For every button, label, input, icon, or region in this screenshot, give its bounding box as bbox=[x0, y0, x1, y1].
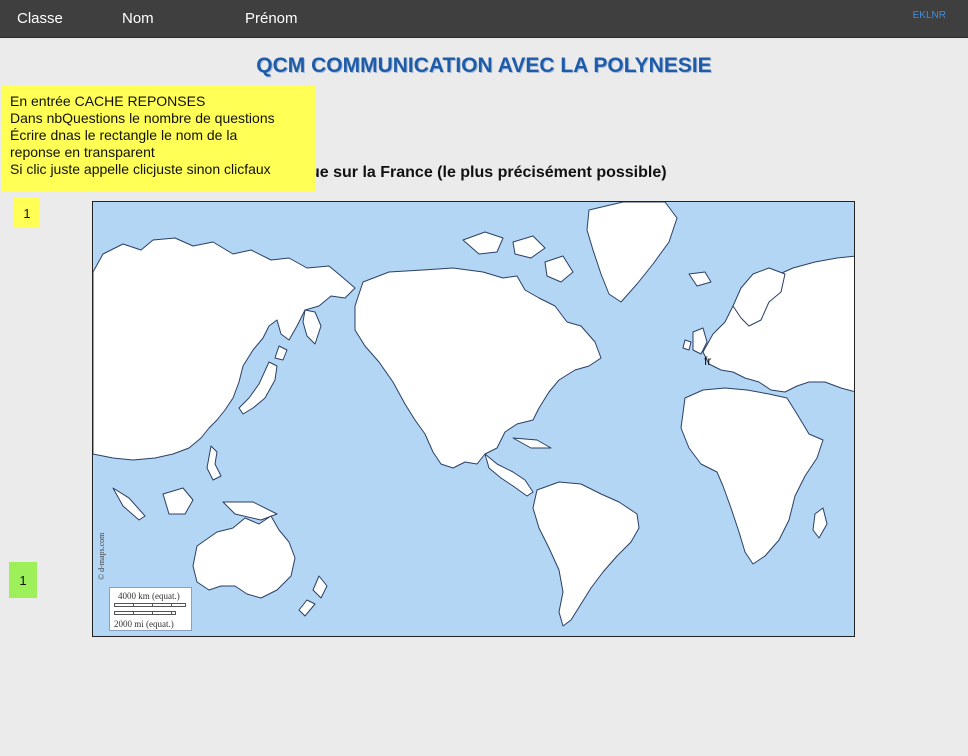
page-code: EKLNR bbox=[912, 10, 946, 21]
africa-landmass bbox=[680, 387, 824, 565]
scale-mi-label: 2000 mi (equat.) bbox=[114, 619, 174, 629]
asia-east-landmass bbox=[93, 237, 356, 461]
sumatra-island bbox=[112, 487, 146, 521]
british-isles bbox=[682, 327, 708, 355]
madagascar-island bbox=[812, 507, 828, 539]
question-text: ue sur la France (le plus précisément po… bbox=[310, 164, 667, 181]
note-line: reponse en transparent bbox=[10, 144, 155, 160]
south-america-landmass bbox=[532, 481, 640, 627]
map-scale: 4000 km (equat.) 2000 mi (equat.) bbox=[109, 587, 192, 631]
france-answer-label[interactable]: fr bbox=[704, 354, 711, 368]
world-map-graphic bbox=[93, 202, 854, 627]
class-field[interactable]: Classe bbox=[17, 10, 63, 27]
instructions-note: En entrée CACHE REPONSES Dans nbQuestion… bbox=[2, 85, 316, 192]
greenland-landmass bbox=[586, 202, 678, 303]
hokkaido-island bbox=[274, 345, 288, 361]
map-credit: © d-maps.com bbox=[97, 532, 106, 580]
scale-km-bar bbox=[114, 603, 186, 607]
scale-mi-bar bbox=[114, 611, 176, 615]
iceland-island bbox=[688, 271, 712, 287]
question-counter: 1 bbox=[14, 198, 40, 228]
score-counter: 1 bbox=[9, 562, 37, 598]
cuba-island bbox=[512, 437, 552, 449]
north-america-landmass bbox=[354, 267, 602, 469]
kamchatka-peninsula bbox=[302, 309, 322, 345]
australia-landmass bbox=[192, 515, 296, 599]
scale-km-label: 4000 km (equat.) bbox=[118, 591, 180, 601]
japan-islands bbox=[238, 361, 278, 415]
last-name-field[interactable]: Nom bbox=[122, 10, 154, 27]
first-name-field[interactable]: Prénom bbox=[245, 10, 298, 27]
note-line: Dans nbQuestions le nombre de questions bbox=[10, 110, 275, 126]
note-line: Si clic juste appelle clicjuste sinon cl… bbox=[10, 161, 271, 177]
borneo-island bbox=[162, 487, 194, 515]
new-zealand-islands bbox=[298, 575, 328, 617]
central-america bbox=[484, 453, 534, 497]
page-title: QCM COMMUNICATION AVEC LA POLYNESIE bbox=[256, 54, 712, 77]
top-bar: Classe Nom Prénom EKLNR bbox=[0, 0, 968, 38]
note-line: Écrire dnas le rectangle le nom de la bbox=[10, 127, 238, 143]
world-map[interactable]: fr © d-maps.com 4000 km (equat.) 2000 mi… bbox=[92, 201, 855, 637]
philippines-islands bbox=[206, 445, 222, 481]
note-line: En entrée CACHE REPONSES bbox=[10, 93, 206, 109]
